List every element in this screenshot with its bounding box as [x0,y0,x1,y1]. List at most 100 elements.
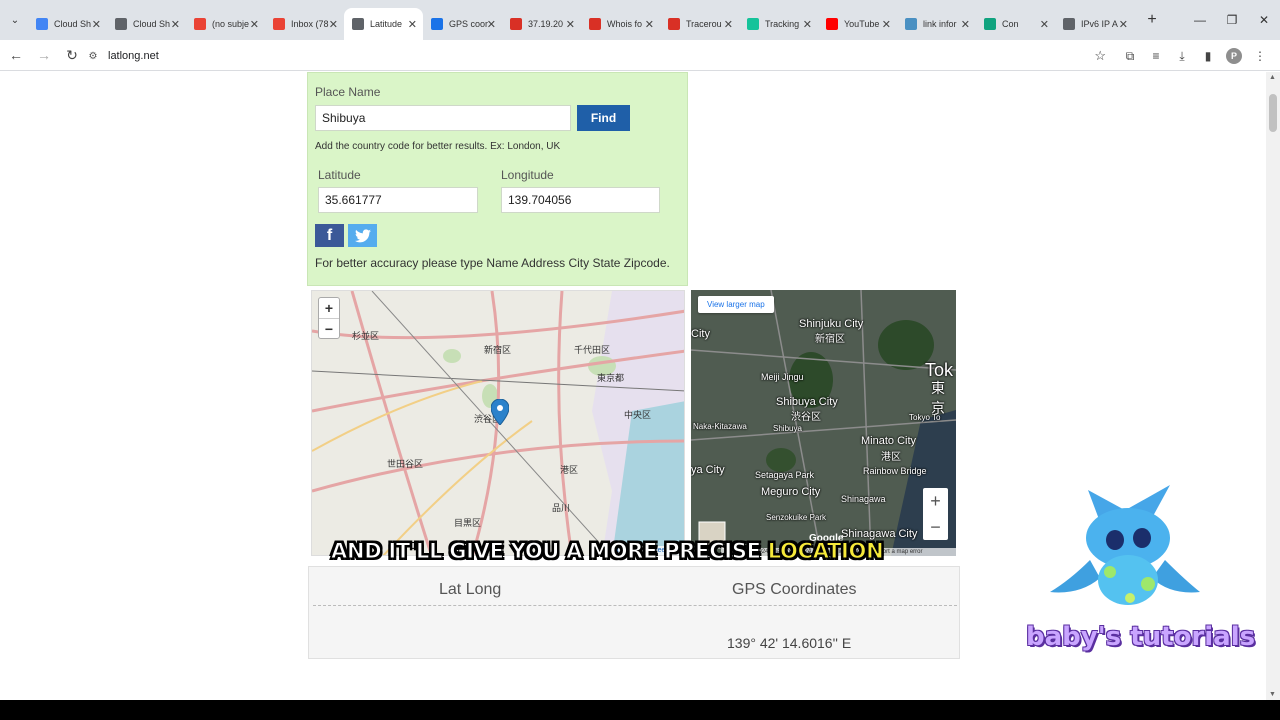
tab-search-button[interactable]: ⌄ [2,7,28,33]
download-icon[interactable]: ⤓ [1170,44,1194,68]
osm-zoom-in-button[interactable]: + [319,298,339,318]
scroll-up-icon[interactable]: ▲ [1269,74,1276,81]
osm-zoom-out-button[interactable]: − [319,318,339,338]
latitude-label: Latitude [318,168,361,182]
tab-close-icon[interactable]: ✕ [92,18,101,31]
search-form: Place Name Find Add the country code for… [307,72,688,286]
osm-map[interactable]: + − 杉並区 新宿区 千代田区 東京都 渋谷区 中央区 世田谷区 港区 目黒区… [311,290,685,556]
tab-close-icon[interactable]: ✕ [724,18,733,31]
gps-coordinates-header: GPS Coordinates [732,581,857,598]
bookmark-star-icon[interactable]: ☆ [1094,48,1106,64]
place-name-input[interactable] [315,105,571,131]
tab-label: Inbox (78 [291,19,329,29]
browser-tab[interactable]: GPS coor ✕ [423,8,502,40]
side-panel-icon[interactable]: ▮ [1196,44,1220,68]
view-larger-map-link[interactable]: View larger map [698,296,774,313]
browser-tab[interactable]: Tracking ✕ [739,8,818,40]
page-scrollbar[interactable]: ▲ ▼ [1266,72,1280,700]
browser-tab[interactable]: link infor ✕ [897,8,976,40]
browser-tab[interactable]: YouTube ✕ [818,8,897,40]
browser-tab[interactable]: Cloud Sh ✕ [28,8,107,40]
latitude-input[interactable] [318,187,478,213]
google-zoom-out-button[interactable]: − [923,514,948,540]
results-table: Lat Long GPS Coordinates 139° 42' 14.601… [308,566,960,659]
tab-close-icon[interactable]: ✕ [803,18,812,31]
cat-mascot-icon [1050,485,1200,605]
browser-tab[interactable]: 37.19.20 ✕ [502,8,581,40]
ipv6-icon [1063,18,1075,30]
tab-list: Cloud Sh ✕ Cloud Sh ✕ (no subje ✕ Inbox (78 ✕ La… [28,0,1134,40]
tab-label: Latitude [370,19,403,29]
new-tab-button[interactable]: + [1140,8,1164,32]
tab-label: Whois fo [607,19,643,29]
browser-tab[interactable]: Latitude ✕ [344,8,423,40]
browser-tab[interactable]: IPv6 IP A ✕ [1055,8,1134,40]
tab-close-icon[interactable]: ✕ [961,18,970,31]
map-label: Naka-Kitazawa [693,422,747,431]
media-controls-icon[interactable]: ≡ [1144,44,1168,68]
channel-brand-logo: baby's tutorials [1026,622,1256,652]
menu-kebab-icon[interactable]: ⋮ [1248,44,1272,68]
twitter-share-button[interactable] [348,224,377,247]
shield-icon [431,18,443,30]
chatgpt-icon [984,18,996,30]
address-bar[interactable]: ⚙ latlong.net ☆ [82,44,1118,68]
location-marker-icon[interactable] [491,399,509,425]
longitude-input[interactable] [501,187,660,213]
tab-close-icon[interactable]: ✕ [566,18,575,31]
tab-close-icon[interactable]: ✕ [882,18,891,31]
browser-tab[interactable]: Cloud Sh ✕ [107,8,186,40]
tab-label: Tracerou [686,19,722,29]
map-label: Shibuya City [776,396,838,408]
close-window-button[interactable]: ✕ [1248,0,1280,40]
reload-button[interactable]: ↻ [60,43,84,67]
tab-close-icon[interactable]: ✕ [408,18,417,31]
extensions-icon[interactable]: ⧉ [1118,44,1142,68]
browser-tab[interactable]: (no subje ✕ [186,8,265,40]
longitude-label: Longitude [501,168,554,182]
tab-close-icon[interactable]: ✕ [250,18,259,31]
site-info-icon[interactable]: ⚙ [86,49,100,63]
place-name-label: Place Name [315,85,381,99]
browser-tab[interactable]: Con ✕ [976,8,1055,40]
tab-label: link infor [923,19,957,29]
map-label: Meguro City [761,486,821,498]
tab-close-icon[interactable]: ✕ [1040,18,1049,31]
browser-tab[interactable]: Whois fo ✕ [581,8,660,40]
map-label: City [691,328,710,340]
twitter-icon [354,228,371,242]
find-button[interactable]: Find [577,105,630,131]
restore-button[interactable]: ❐ [1216,0,1248,40]
tab-close-icon[interactable]: ✕ [487,18,496,31]
scroll-thumb[interactable] [1269,94,1277,132]
map-label: 新宿区 [484,345,512,355]
google-zoom-in-button[interactable]: + [923,488,948,514]
window-controls: — ❐ ✕ [1184,0,1280,40]
ip-icon [589,18,601,30]
minimize-button[interactable]: — [1184,0,1216,40]
facebook-icon: f [326,226,333,244]
map-label: ya City [691,464,725,476]
cloud-shell-icon [115,18,127,30]
scroll-down-icon[interactable]: ▼ [1269,691,1276,698]
profile-avatar[interactable]: P [1226,48,1242,64]
map-label: 港区 [881,452,901,463]
back-button[interactable]: ← [4,43,28,67]
tab-close-icon[interactable]: ✕ [1119,18,1128,31]
tab-label: Cloud Sh [54,19,92,29]
map-label: Minato City [861,435,917,447]
tab-close-icon[interactable]: ✕ [645,18,654,31]
browser-tab[interactable]: Tracerou ✕ [660,8,739,40]
forward-button[interactable]: → [32,43,56,67]
map-label: 目黒区 [454,518,482,528]
map-label: 品川 [552,503,571,513]
tab-label: GPS coor [449,19,489,29]
link-icon [905,18,917,30]
tab-close-icon[interactable]: ✕ [171,18,180,31]
browser-tab[interactable]: Inbox (78 ✕ [265,8,344,40]
map-label: 新宿区 [815,334,845,345]
facebook-share-button[interactable]: f [315,224,344,247]
tab-label: Tracking [765,19,800,29]
tab-close-icon[interactable]: ✕ [329,18,338,31]
google-satellite-map[interactable]: View larger map Shinjuku City 新宿区 Meiji … [691,290,956,556]
